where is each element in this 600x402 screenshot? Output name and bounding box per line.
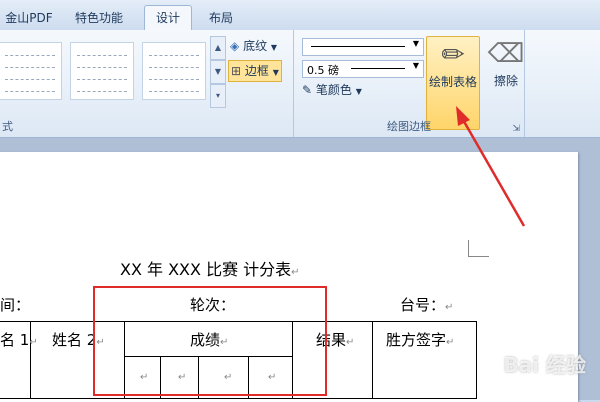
annotation-arrow [456, 106, 526, 227]
watermark-logo: Bai 经验 [503, 353, 586, 377]
